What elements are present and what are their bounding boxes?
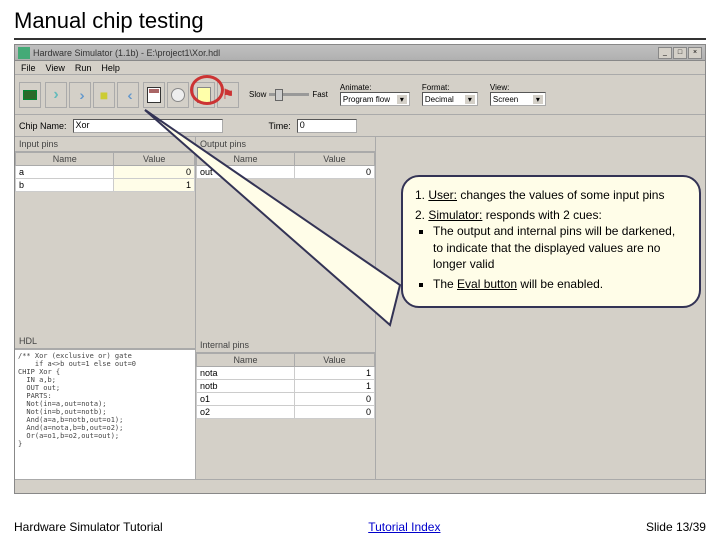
col-name: Name (197, 153, 295, 166)
view-label: View: (490, 83, 546, 92)
flag-icon: ⚑ (222, 86, 235, 103)
tutorial-index-link[interactable]: Tutorial Index (368, 520, 440, 534)
hdl-source: /** Xor (exclusive or) gate if a<>b out=… (15, 349, 195, 479)
animate-select[interactable]: Program flow▾ (340, 92, 410, 106)
slide-footer: Hardware Simulator Tutorial Tutorial Ind… (14, 520, 706, 534)
clock-icon (171, 88, 185, 102)
input-pins-header: Input pins (15, 137, 195, 152)
script-icon (197, 87, 211, 103)
table-row: nota1 (197, 367, 375, 380)
stop-icon: ■ (100, 87, 108, 103)
col-value: Value (114, 153, 195, 166)
toolbar: › ›› ■ ‹‹ ⚑ Slow Fast Animate: Program f… (15, 75, 705, 115)
chip-name-label: Chip Name: (19, 121, 67, 131)
menubar: File View Run Help (15, 61, 705, 75)
footer-left: Hardware Simulator Tutorial (14, 520, 163, 534)
statusbar (15, 479, 705, 493)
format-label: Format: (422, 83, 478, 92)
table-row: a0 (16, 166, 195, 179)
chevron-down-icon: ▾ (465, 95, 475, 104)
table-row: b1 (16, 179, 195, 192)
table-row: o20 (197, 406, 375, 419)
chevron-down-icon: ▾ (533, 95, 543, 104)
maximize-button[interactable]: □ (673, 47, 687, 59)
col-name: Name (16, 153, 114, 166)
time-label: Time: (269, 121, 291, 131)
time-field: 0 (297, 119, 357, 133)
app-window: Hardware Simulator (1.1b) - E:\project1\… (14, 44, 706, 494)
table-row: notb1 (197, 380, 375, 393)
col-value: Value (294, 153, 374, 166)
table-row: out0 (197, 166, 375, 179)
titlebar: Hardware Simulator (1.1b) - E:\project1\… (15, 45, 705, 61)
input-pins-table: NameValue a0 b1 (15, 152, 195, 192)
speed-slider[interactable] (269, 93, 309, 96)
menu-help[interactable]: Help (101, 63, 120, 73)
close-button[interactable]: × (688, 47, 702, 59)
rewind-button[interactable]: ‹‹ (117, 82, 139, 108)
internal-pins-table: NameValue nota1 notb1 o10 o20 (196, 353, 375, 419)
menu-file[interactable]: File (21, 63, 36, 73)
slow-label: Slow (249, 90, 266, 99)
view-select[interactable]: Screen▾ (490, 92, 546, 106)
hdl-header: HDL (15, 334, 195, 349)
load-chip-button[interactable] (19, 82, 41, 108)
infobar: Chip Name: Xor Time: 0 (15, 115, 705, 137)
titlebar-title: Hardware Simulator (1.1b) - E:\project1\… (33, 48, 658, 58)
run-icon: ›› (79, 87, 80, 103)
internal-pins-header: Internal pins (196, 338, 375, 353)
col-name: Name (197, 354, 295, 367)
chip-name-field[interactable]: Xor (73, 119, 223, 133)
animate-label: Animate: (340, 83, 410, 92)
chevron-down-icon: ▾ (397, 95, 407, 104)
col-value: Value (294, 354, 374, 367)
eval-button[interactable] (143, 82, 165, 108)
rewind-icon: ‹‹ (127, 87, 128, 103)
stop-button[interactable]: ■ (93, 82, 115, 108)
format-select[interactable]: Decimal▾ (422, 92, 478, 106)
slide-number: Slide 13/39 (646, 520, 706, 534)
calculator-icon (147, 87, 161, 103)
fast-label: Fast (312, 90, 328, 99)
step-icon: › (53, 86, 58, 104)
output-pins-table: NameValue out0 (196, 152, 375, 179)
app-icon (18, 47, 30, 59)
menu-view[interactable]: View (46, 63, 65, 73)
tick-button[interactable] (167, 82, 189, 108)
table-row: o10 (197, 393, 375, 406)
script-button[interactable] (193, 82, 215, 108)
breakpoint-button[interactable]: ⚑ (217, 82, 239, 108)
run-button[interactable]: ›› (69, 82, 91, 108)
chip-icon (23, 90, 37, 100)
title-rule (14, 38, 706, 40)
menu-run[interactable]: Run (75, 63, 92, 73)
minimize-button[interactable]: _ (658, 47, 672, 59)
instruction-callout: 1. User: changes the values of some inpu… (401, 175, 701, 308)
step-button[interactable]: › (45, 82, 67, 108)
slide-title: Manual chip testing (0, 0, 720, 38)
output-pins-header: Output pins (196, 137, 375, 152)
